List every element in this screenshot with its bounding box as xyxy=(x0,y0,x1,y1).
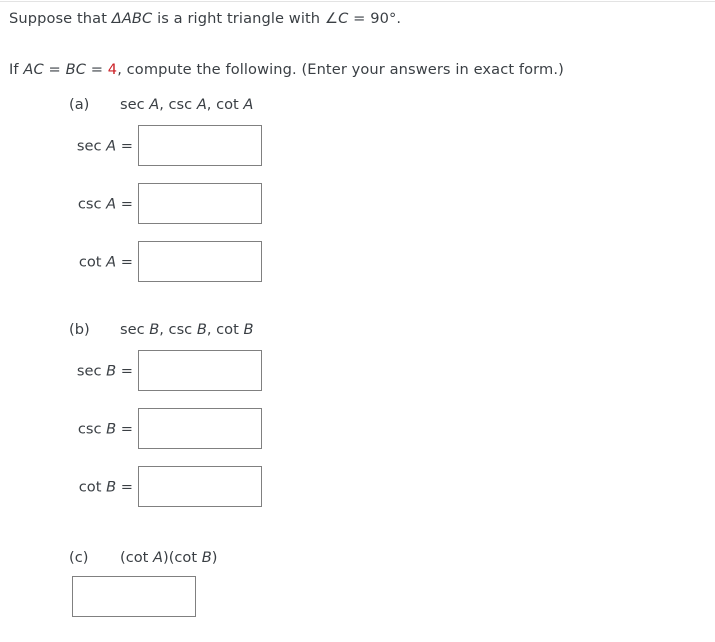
part-b-var-3: B xyxy=(243,321,254,338)
part-c-letter: (c) xyxy=(69,549,89,566)
answer-label-csc-b: csc B = xyxy=(78,420,133,437)
answer-label-csc-b-var: B xyxy=(106,420,117,437)
answer-label-sec-b-fn: sec xyxy=(76,362,107,379)
part-b-var-2: B xyxy=(196,321,207,338)
answer-input-sec-b[interactable] xyxy=(138,350,262,391)
answer-label-csc-a-fn: csc xyxy=(77,195,107,212)
answer-label-sec-b-var: B xyxy=(106,362,117,379)
part-a-expression: sec A, csc A, cot A xyxy=(120,96,253,114)
part-a-fn-1: sec xyxy=(120,96,150,113)
answer-input-cot-a-cot-b[interactable] xyxy=(72,576,196,617)
answer-label-cot-b: cot B = xyxy=(79,478,133,495)
part-a-letter: (a) xyxy=(69,96,90,113)
stem-line2-prefix: If xyxy=(9,61,24,78)
part-b-expression: sec B, csc B, cot B xyxy=(120,321,253,339)
answer-label-cot-b-var: B xyxy=(106,478,117,495)
answer-label-cot-a-var: A xyxy=(106,253,117,270)
part-c-fn-2: )(cot xyxy=(163,549,202,566)
stem-line1-middle: is a right triangle with xyxy=(152,10,325,27)
part-c-var-2: B xyxy=(201,549,212,566)
stem-line1-prefix: Suppose that xyxy=(9,10,112,27)
part-c-fn-3: ) xyxy=(211,549,218,566)
exercise-page: Suppose that ΔABC is a right triangle wi… xyxy=(0,0,715,642)
part-b-letter: (b) xyxy=(69,321,90,338)
answer-label-cot-a-eq: = xyxy=(116,253,133,270)
problem-statement-line-2: If AC = BC = 4, compute the following. (… xyxy=(9,61,564,79)
answer-label-csc-a-var: A xyxy=(106,195,117,212)
part-a-var-3: A xyxy=(243,96,254,113)
answer-label-csc-b-fn: csc xyxy=(77,420,107,437)
segment-bc-label: BC xyxy=(65,61,86,78)
answer-input-cot-a[interactable] xyxy=(138,241,262,282)
problem-statement-line-1: Suppose that ΔABC is a right triangle wi… xyxy=(9,10,401,28)
part-b-fn-3: , cot xyxy=(206,321,244,338)
answer-input-csc-a[interactable] xyxy=(138,183,262,224)
answer-label-csc-b-eq: = xyxy=(116,420,133,437)
segment-ac-label: AC xyxy=(23,61,44,78)
answer-label-csc-a: csc A = xyxy=(78,195,133,212)
answer-label-sec-b-eq: = xyxy=(116,362,133,379)
part-c-var-1: A xyxy=(153,549,163,566)
part-a-var-2: A xyxy=(196,96,207,113)
answer-input-csc-b[interactable] xyxy=(138,408,262,449)
part-a-var-1: A xyxy=(149,96,160,113)
angle-c-label: ∠C xyxy=(324,10,349,27)
answer-label-cot-b-eq: = xyxy=(116,478,133,495)
stem-line2-equals-2: = xyxy=(85,61,108,78)
stem-line1-suffix: = 90°. xyxy=(348,10,402,27)
part-a-fn-3: , cot xyxy=(206,96,244,113)
answer-label-sec-b: sec B = xyxy=(77,362,133,379)
answer-label-sec-a-eq: = xyxy=(116,137,133,154)
answer-label-csc-a-eq: = xyxy=(116,195,133,212)
part-b-fn-2: , csc xyxy=(159,321,197,338)
side-length-value: 4 xyxy=(107,61,118,78)
answer-label-cot-a: cot A = xyxy=(79,253,133,270)
stem-line2-equals-1: = xyxy=(43,61,66,78)
answer-label-cot-a-fn: cot xyxy=(78,253,107,270)
answer-input-sec-a[interactable] xyxy=(138,125,262,166)
answer-label-sec-a-var: A xyxy=(106,137,117,154)
answer-label-sec-a-fn: sec xyxy=(76,137,107,154)
part-b-var-1: B xyxy=(149,321,160,338)
top-divider xyxy=(0,1,715,2)
stem-line2-suffix: , compute the following. (Enter your ans… xyxy=(117,61,564,78)
part-a-fn-2: , csc xyxy=(159,96,197,113)
part-c-fn-1: (cot xyxy=(120,549,154,566)
answer-label-sec-a: sec A = xyxy=(77,137,133,154)
part-b-fn-1: sec xyxy=(120,321,150,338)
answer-input-cot-b[interactable] xyxy=(138,466,262,507)
triangle-abc-label: ΔABC xyxy=(111,10,153,27)
answer-label-cot-b-fn: cot xyxy=(78,478,107,495)
part-c-expression: (cot A)(cot B) xyxy=(120,549,217,567)
